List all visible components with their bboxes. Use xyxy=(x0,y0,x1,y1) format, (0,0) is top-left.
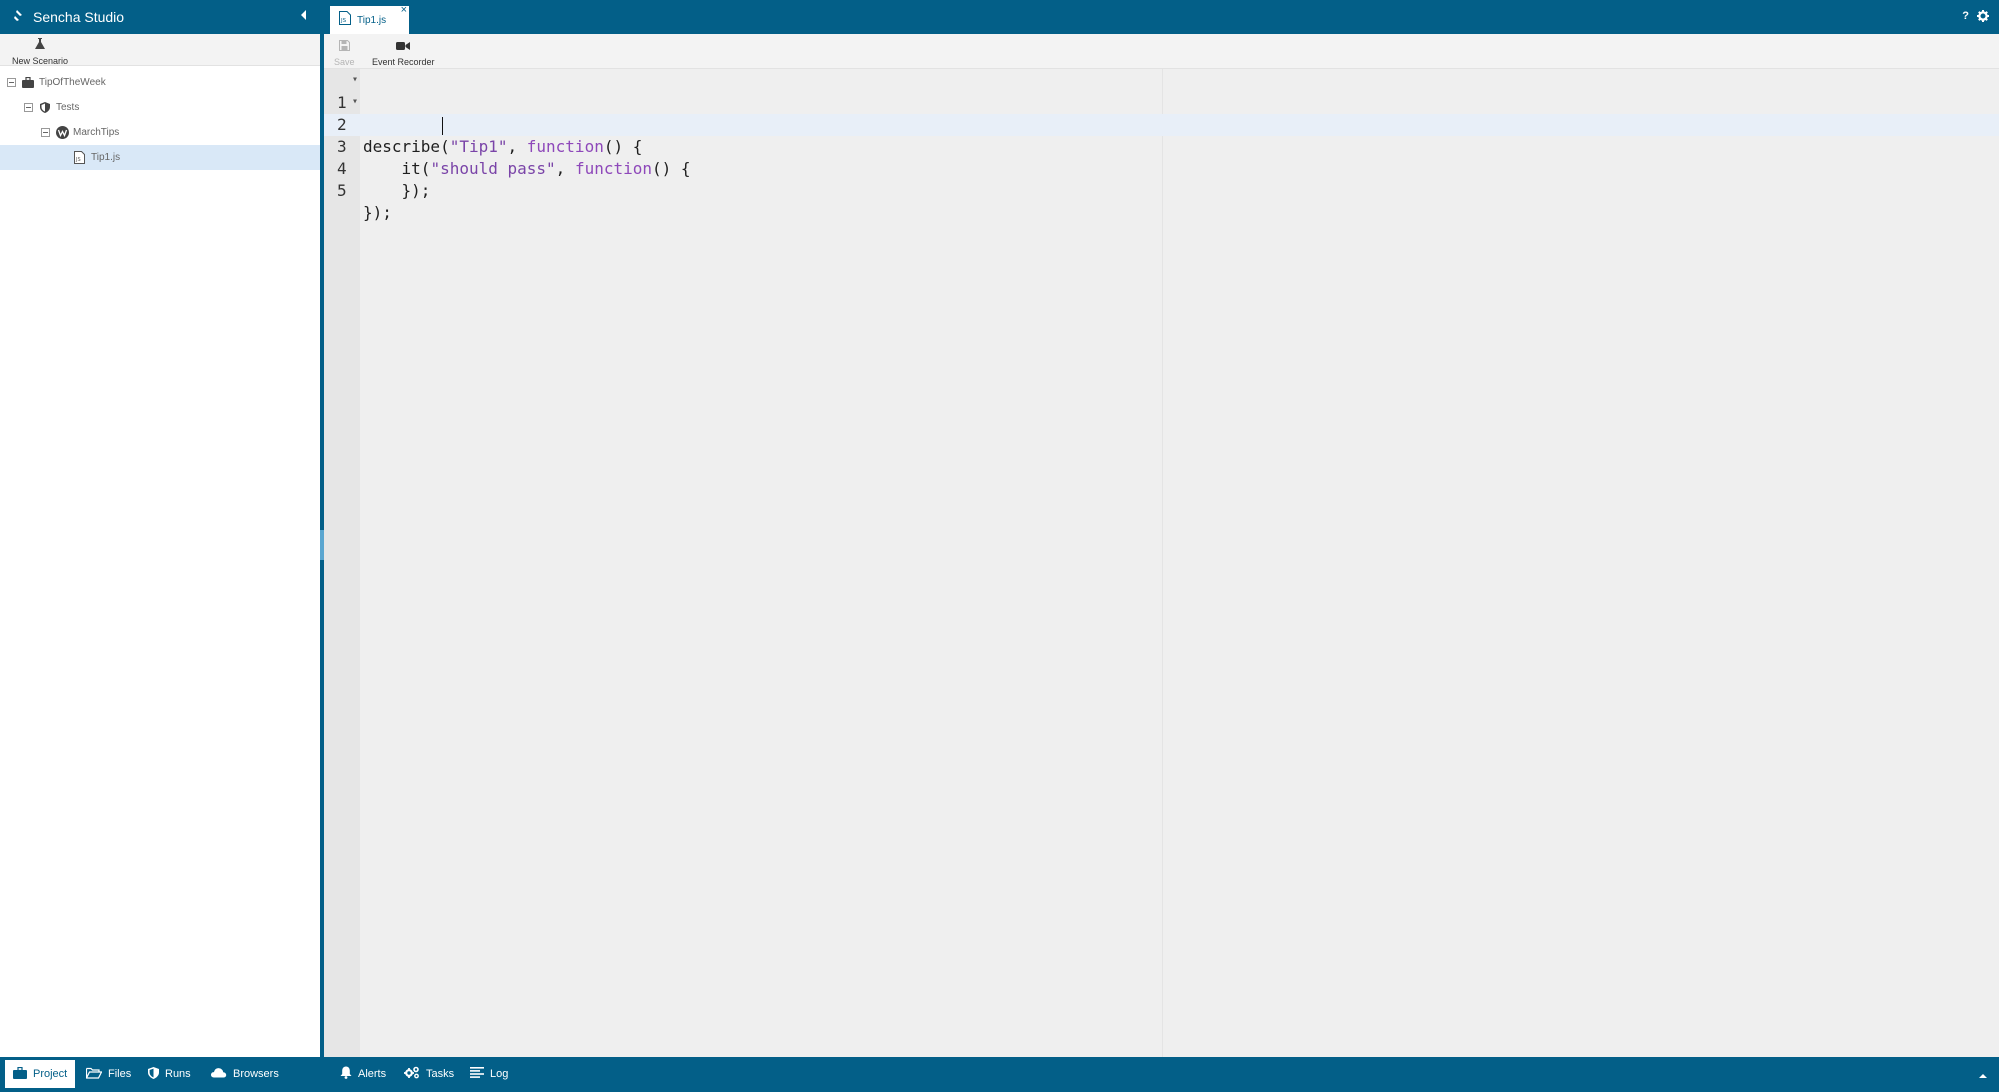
line-number: 5 xyxy=(337,181,347,200)
collapse-toggle-icon[interactable] xyxy=(24,103,33,112)
code-line[interactable]: 3 xyxy=(324,114,1999,156)
left-footer-tabbar: Project Files Runs Browsers xyxy=(0,1057,320,1092)
briefcase-icon xyxy=(13,1066,27,1082)
webdriver-icon xyxy=(56,126,69,139)
expand-panel-button[interactable] xyxy=(1979,1074,1987,1078)
text-cursor xyxy=(442,117,443,135)
left-panel-header: Sencha Studio xyxy=(0,0,320,34)
new-scenario-label: New Scenario xyxy=(12,56,69,66)
tree-item-label: Tip1.js xyxy=(91,152,121,163)
save-icon xyxy=(338,38,350,56)
project-tree: TipOfTheWeek Tests MarchTips JS Tip1.js xyxy=(0,70,320,170)
tab-tip1-js[interactable]: JS Tip1.js × xyxy=(330,4,409,34)
js-file-icon: JS xyxy=(74,151,85,164)
tab-label: Files xyxy=(108,1068,132,1080)
save-button[interactable]: Save xyxy=(334,38,355,67)
tree-item-tip1-js[interactable]: JS Tip1.js xyxy=(0,145,320,170)
tab-label: Log xyxy=(490,1068,509,1080)
tab-files[interactable]: Files xyxy=(78,1060,139,1088)
project-toolbar: New Scenario xyxy=(0,34,320,66)
event-recorder-label: Event Recorder xyxy=(372,57,435,67)
app-title: Sencha Studio xyxy=(33,9,125,25)
tab-label: Project xyxy=(33,1068,68,1080)
event-recorder-button[interactable]: Event Recorder xyxy=(372,38,435,67)
tree-item-label: MarchTips xyxy=(73,127,120,138)
tab-browsers[interactable]: Browsers xyxy=(202,1060,287,1088)
tab-runs[interactable]: Runs xyxy=(140,1060,199,1088)
tab-label: Tip1.js xyxy=(357,14,387,26)
print-margin xyxy=(1162,69,1163,1057)
editor-toolbar: Save Event Recorder xyxy=(324,34,1999,69)
tab-label: Alerts xyxy=(358,1068,387,1080)
tab-label: Runs xyxy=(165,1068,191,1080)
new-scenario-button[interactable]: New Scenario xyxy=(12,37,68,66)
project-panel: Sencha Studio New Scenario TipOfTheWeek … xyxy=(0,0,320,1092)
code-line[interactable]: 1 ▾ describe("Tip1", function() { xyxy=(324,69,1999,156)
collapse-toggle-icon[interactable] xyxy=(41,128,50,137)
code-editor[interactable]: 1 ▾ describe("Tip1", function() { 2 ▾ it… xyxy=(324,69,1999,1057)
editor-tabbar: JS Tip1.js × ? xyxy=(324,0,1999,34)
tree-item-label: TipOfTheWeek xyxy=(39,77,106,88)
svg-text:JS: JS xyxy=(75,157,81,163)
folder-open-icon xyxy=(85,1067,103,1082)
code-line[interactable]: 2 ▾ it("should pass", function() { xyxy=(324,91,1999,178)
tab-tasks[interactable]: Tasks xyxy=(396,1060,462,1088)
tab-project[interactable]: Project xyxy=(5,1060,76,1088)
tree-item-tipoftheweek[interactable]: TipOfTheWeek xyxy=(0,70,320,95)
editor-panel: JS Tip1.js × ? Save Event Recorder 1 ▾ d… xyxy=(324,0,1999,1092)
tree-item-marchtips[interactable]: MarchTips xyxy=(0,120,320,145)
fold-arrow-icon[interactable]: ▾ xyxy=(352,91,358,113)
shield-icon xyxy=(148,1066,159,1082)
shield-icon xyxy=(40,102,50,113)
collapse-toggle-icon[interactable] xyxy=(7,78,16,87)
bell-icon xyxy=(340,1066,352,1082)
briefcase-icon xyxy=(22,77,34,88)
tree-item-tests[interactable]: Tests xyxy=(0,95,320,120)
help-button[interactable]: ? xyxy=(1962,10,1969,22)
list-icon xyxy=(470,1067,484,1081)
svg-text:JS: JS xyxy=(340,18,347,24)
tab-label: Tasks xyxy=(426,1068,455,1080)
tree-item-label: Tests xyxy=(56,102,80,113)
js-file-icon: JS xyxy=(339,10,351,30)
collapse-panel-button[interactable] xyxy=(301,10,306,20)
video-camera-icon xyxy=(396,38,411,56)
tab-label: Browsers xyxy=(233,1068,279,1080)
tab-log[interactable]: Log xyxy=(462,1060,516,1088)
code-line[interactable]: 5 }); xyxy=(324,158,1999,222)
cloud-icon xyxy=(210,1067,227,1081)
save-label: Save xyxy=(334,57,355,67)
fold-arrow-icon[interactable]: ▾ xyxy=(352,69,358,91)
sencha-logo-icon xyxy=(14,8,23,26)
code-text: }); xyxy=(363,203,392,222)
tab-alerts[interactable]: Alerts xyxy=(332,1060,394,1088)
gears-icon xyxy=(404,1066,420,1082)
gear-icon[interactable] xyxy=(1977,9,1989,27)
close-tab-icon[interactable]: × xyxy=(401,4,407,16)
flask-icon xyxy=(34,37,46,55)
code-line[interactable]: 4 }); xyxy=(324,136,1999,200)
bottom-panel-tabbar: Alerts Tasks Log xyxy=(324,1057,1999,1092)
